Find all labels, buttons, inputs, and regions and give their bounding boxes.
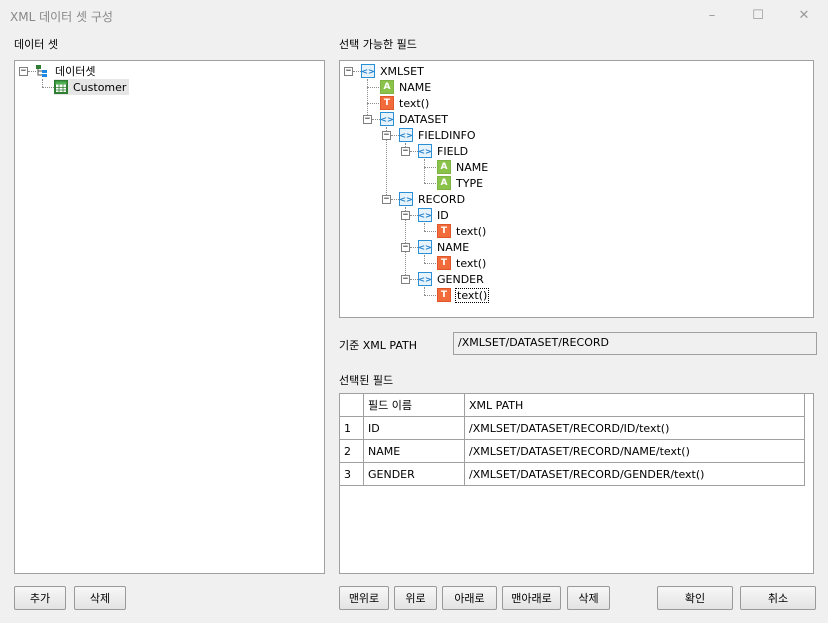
field-name-cell[interactable]: NAME — [363, 439, 465, 463]
column-header-index — [339, 393, 364, 417]
base-xml-path-field: /XMLSET/DATASET/RECORD — [453, 332, 817, 355]
attribute-icon: A — [380, 80, 394, 94]
add-dataset-button[interactable]: 추가 — [14, 586, 66, 610]
tree-item-label: Customer — [73, 80, 127, 94]
tree-node-field-name[interactable]: A NAME — [437, 159, 488, 175]
dataset-label: 데이터 셋 — [14, 38, 58, 51]
tree-node-gender-text[interactable]: T text() — [437, 287, 490, 303]
name-expander[interactable]: − — [401, 243, 410, 252]
tree-node-xmlset[interactable]: <> XMLSET — [361, 63, 424, 79]
xml-path-cell[interactable]: /XMLSET/DATASET/RECORD/ID/text() — [464, 416, 805, 440]
tree-node-id-text[interactable]: T text() — [437, 223, 486, 239]
tree-node-field-type[interactable]: A TYPE — [437, 175, 483, 191]
selectable-fields-label: 선택 가능한 필드 — [339, 38, 417, 51]
node-label: text() — [454, 287, 490, 303]
text-icon: T — [437, 224, 451, 238]
record-expander[interactable]: − — [382, 195, 391, 204]
row-number: 1 — [339, 416, 364, 440]
tree-node-gender[interactable]: <> GENDER — [418, 271, 484, 287]
row-number: 2 — [339, 439, 364, 463]
tree-node-xmlset-name[interactable]: A NAME — [380, 79, 431, 95]
field-tree[interactable]: − − − − − − − − <> XMLSET A NAME T text(… — [339, 60, 814, 318]
node-label: FIELD — [437, 144, 469, 158]
node-label: text() — [456, 256, 487, 270]
node-label: GENDER — [437, 272, 484, 286]
tree-node-dataset[interactable]: <> DATASET — [380, 111, 448, 127]
id-expander[interactable]: − — [401, 211, 410, 220]
node-label: FIELDINFO — [418, 128, 476, 142]
cancel-button[interactable]: 취소 — [740, 586, 816, 610]
attribute-icon: A — [437, 176, 451, 190]
delete-dataset-button[interactable]: 삭제 — [74, 586, 126, 610]
tree-node-field[interactable]: <> FIELD — [418, 143, 468, 159]
element-icon: <> — [361, 64, 375, 78]
xml-path-cell[interactable]: /XMLSET/DATASET/RECORD/GENDER/text() — [464, 462, 805, 486]
dataset-root-expander[interactable]: − — [19, 67, 28, 76]
node-label: ID — [437, 208, 449, 222]
node-label: text() — [456, 224, 487, 238]
element-icon: <> — [418, 272, 432, 286]
text-icon: T — [380, 96, 394, 110]
element-icon: <> — [418, 144, 432, 158]
ok-button[interactable]: 확인 — [657, 586, 733, 610]
column-header-field-name[interactable]: 필드 이름 — [363, 393, 465, 417]
field-expander[interactable]: − — [401, 147, 410, 156]
gender-expander[interactable]: − — [401, 275, 410, 284]
node-label: RECORD — [418, 192, 466, 206]
tree-item-label: 데이터셋 — [55, 65, 96, 78]
row-number: 3 — [339, 462, 364, 486]
node-label: NAME — [456, 160, 489, 174]
element-icon: <> — [418, 240, 432, 254]
table-icon — [54, 80, 68, 94]
node-label: XMLSET — [380, 64, 424, 78]
field-name-cell[interactable]: ID — [363, 416, 465, 440]
move-up-button[interactable]: 위로 — [394, 586, 437, 610]
table-row[interactable]: 2 NAME /XMLSET/DATASET/RECORD/NAME/text(… — [339, 439, 805, 463]
dataset-folder-icon — [36, 64, 50, 78]
move-bottom-button[interactable]: 맨아래로 — [502, 586, 561, 610]
tree-node-name-text[interactable]: T text() — [437, 255, 486, 271]
tree-item-customer[interactable]: Customer — [54, 79, 130, 95]
node-label: NAME — [399, 80, 432, 94]
tree-node-fieldinfo[interactable]: <> FIELDINFO — [399, 127, 476, 143]
element-icon: <> — [418, 208, 432, 222]
tree-item-dataset-root[interactable]: 데이터셋 — [36, 63, 95, 79]
move-top-button[interactable]: 맨위로 — [339, 586, 389, 610]
minimize-button[interactable]: – — [689, 0, 735, 31]
text-icon: T — [437, 256, 451, 270]
node-label: TYPE — [456, 176, 484, 190]
field-name-cell[interactable]: GENDER — [363, 462, 465, 486]
dataset-tree[interactable]: − 데이터셋 Customer — [14, 60, 325, 574]
table-row[interactable]: 1 ID /XMLSET/DATASET/RECORD/ID/text() — [339, 416, 805, 440]
node-label: text() — [399, 96, 430, 110]
tree-node-record[interactable]: <> RECORD — [399, 191, 465, 207]
node-label: NAME — [437, 240, 470, 254]
title-bar: XML 데이터 셋 구성 – ☐ ✕ — [0, 0, 828, 31]
tree-node-xmlset-text[interactable]: T text() — [380, 95, 429, 111]
selected-fields-table[interactable]: 필드 이름 XML PATH 1 ID /XMLSET/DATASET/RECO… — [339, 393, 805, 486]
base-xml-path-label: 기준 XML PATH — [339, 339, 417, 352]
table-row[interactable]: 3 GENDER /XMLSET/DATASET/RECORD/GENDER/t… — [339, 462, 805, 486]
text-icon: T — [437, 288, 451, 302]
tree-node-name[interactable]: <> NAME — [418, 239, 469, 255]
xml-path-cell[interactable]: /XMLSET/DATASET/RECORD/NAME/text() — [464, 439, 805, 463]
table-header-row: 필드 이름 XML PATH — [339, 393, 805, 417]
tree-node-id[interactable]: <> ID — [418, 207, 449, 223]
selected-fields-label: 선택된 필드 — [339, 374, 394, 387]
fieldinfo-expander[interactable]: − — [382, 131, 391, 140]
node-label: DATASET — [399, 112, 448, 126]
element-icon: <> — [380, 112, 394, 126]
dataset-expander[interactable]: − — [363, 115, 372, 124]
xmlset-expander[interactable]: − — [344, 67, 353, 76]
window-title: XML 데이터 셋 구성 — [10, 10, 113, 24]
close-button[interactable]: ✕ — [781, 0, 827, 31]
column-header-xml-path[interactable]: XML PATH — [464, 393, 805, 417]
move-down-button[interactable]: 아래로 — [442, 586, 497, 610]
maximize-button[interactable]: ☐ — [735, 0, 781, 31]
delete-field-button[interactable]: 삭제 — [567, 586, 610, 610]
element-icon: <> — [399, 128, 413, 142]
attribute-icon: A — [437, 160, 451, 174]
element-icon: <> — [399, 192, 413, 206]
